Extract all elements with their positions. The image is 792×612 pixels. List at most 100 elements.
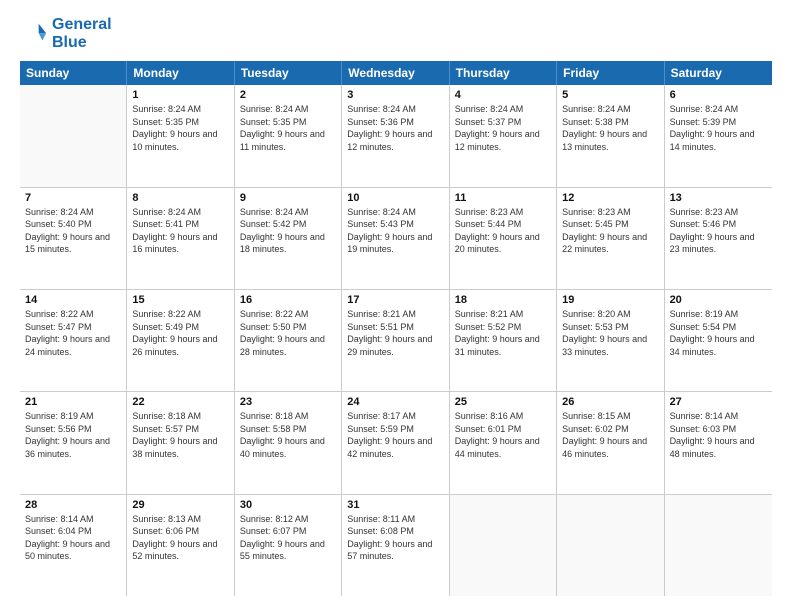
- calendar-cell: 1 Sunrise: 8:24 AMSunset: 5:35 PMDaylight…: [127, 85, 234, 186]
- cell-info: Sunrise: 8:24 AMSunset: 5:35 PMDaylight:…: [240, 103, 336, 153]
- calendar-body: 1 Sunrise: 8:24 AMSunset: 5:35 PMDaylight…: [20, 85, 772, 596]
- calendar-cell: 24 Sunrise: 8:17 AMSunset: 5:59 PMDayligh…: [342, 392, 449, 493]
- calendar-header: SundayMondayTuesdayWednesdayThursdayFrid…: [20, 61, 772, 85]
- calendar-cell: 25 Sunrise: 8:16 AMSunset: 6:01 PMDayligh…: [450, 392, 557, 493]
- cell-info: Sunrise: 8:14 AMSunset: 6:04 PMDaylight:…: [25, 513, 121, 563]
- day-number: 30: [240, 499, 336, 511]
- calendar-cell: 29 Sunrise: 8:13 AMSunset: 6:06 PMDayligh…: [127, 495, 234, 596]
- calendar-cell: 3Sunrise: 8:24 AMSunset: 5:36 PMDaylight…: [342, 85, 449, 186]
- calendar-cell: 28 Sunrise: 8:14 AMSunset: 6:04 PMDayligh…: [20, 495, 127, 596]
- cell-info: Sunrise: 8:20 AMSunset: 5:53 PMDaylight:…: [562, 308, 658, 358]
- day-number: 29: [132, 499, 228, 511]
- page: General Blue SundayMondayTuesdayWednesda…: [0, 0, 792, 612]
- calendar-cell: 9 Sunrise: 8:24 AMSunset: 5:42 PMDaylight…: [235, 188, 342, 289]
- header-day-monday: Monday: [127, 61, 234, 85]
- day-number: 13: [670, 192, 767, 204]
- day-number: 11: [455, 192, 551, 204]
- day-number: 14: [25, 294, 121, 306]
- cell-info: Sunrise: 8:24 AMSunset: 5:38 PMDaylight:…: [562, 103, 658, 153]
- day-number: 8: [132, 192, 228, 204]
- calendar-cell: 5Sunrise: 8:24 AMSunset: 5:38 PMDaylight…: [557, 85, 664, 186]
- calendar-week-3: 14Sunrise: 8:22 AMSunset: 5:47 PMDayligh…: [20, 290, 772, 392]
- day-number: 7: [25, 192, 121, 204]
- cell-info: Sunrise: 8:15 AMSunset: 6:02 PMDaylight:…: [562, 410, 658, 460]
- day-number: 24: [347, 396, 443, 408]
- logo-icon: [20, 20, 48, 48]
- calendar: SundayMondayTuesdayWednesdayThursdayFrid…: [20, 61, 772, 596]
- day-number: 23: [240, 396, 336, 408]
- calendar-cell: 30 Sunrise: 8:12 AMSunset: 6:07 PMDayligh…: [235, 495, 342, 596]
- day-number: 28: [25, 499, 121, 511]
- header-day-sunday: Sunday: [20, 61, 127, 85]
- day-number: 17: [347, 294, 443, 306]
- cell-info: Sunrise: 8:24 AMSunset: 5:40 PMDaylight:…: [25, 206, 121, 256]
- cell-info: Sunrise: 8:18 AMSunset: 5:58 PMDaylight:…: [240, 410, 336, 460]
- day-number: 26: [562, 396, 658, 408]
- day-number: 2: [240, 89, 336, 101]
- calendar-week-1: 1 Sunrise: 8:24 AMSunset: 5:35 PMDaylight…: [20, 85, 772, 187]
- day-number: 20: [670, 294, 767, 306]
- calendar-cell: 8 Sunrise: 8:24 AMSunset: 5:41 PMDaylight…: [127, 188, 234, 289]
- day-number: 16: [240, 294, 336, 306]
- cell-info: Sunrise: 8:23 AMSunset: 5:46 PMDaylight:…: [670, 206, 767, 256]
- cell-info: Sunrise: 8:19 AMSunset: 5:56 PMDaylight:…: [25, 410, 121, 460]
- day-number: 10: [347, 192, 443, 204]
- cell-info: Sunrise: 8:24 AMSunset: 5:37 PMDaylight:…: [455, 103, 551, 153]
- day-number: 27: [670, 396, 767, 408]
- calendar-cell: [557, 495, 664, 596]
- cell-info: Sunrise: 8:14 AMSunset: 6:03 PMDaylight:…: [670, 410, 767, 460]
- header-day-tuesday: Tuesday: [235, 61, 342, 85]
- calendar-cell: 16 Sunrise: 8:22 AMSunset: 5:50 PMDayligh…: [235, 290, 342, 391]
- calendar-cell: 27 Sunrise: 8:14 AMSunset: 6:03 PMDayligh…: [665, 392, 772, 493]
- cell-info: Sunrise: 8:11 AMSunset: 6:08 PMDaylight:…: [347, 513, 443, 563]
- cell-info: Sunrise: 8:23 AMSunset: 5:45 PMDaylight:…: [562, 206, 658, 256]
- header: General Blue: [20, 16, 772, 51]
- cell-info: Sunrise: 8:19 AMSunset: 5:54 PMDaylight:…: [670, 308, 767, 358]
- cell-info: Sunrise: 8:22 AMSunset: 5:50 PMDaylight:…: [240, 308, 336, 358]
- calendar-cell: 4 Sunrise: 8:24 AMSunset: 5:37 PMDaylight…: [450, 85, 557, 186]
- calendar-cell: [665, 495, 772, 596]
- cell-info: Sunrise: 8:18 AMSunset: 5:57 PMDaylight:…: [132, 410, 228, 460]
- day-number: 22: [132, 396, 228, 408]
- logo: General Blue: [20, 16, 112, 51]
- calendar-cell: 20 Sunrise: 8:19 AMSunset: 5:54 PMDayligh…: [665, 290, 772, 391]
- calendar-cell: 10 Sunrise: 8:24 AMSunset: 5:43 PMDayligh…: [342, 188, 449, 289]
- cell-info: Sunrise: 8:24 AMSunset: 5:39 PMDaylight:…: [670, 103, 767, 153]
- calendar-week-4: 21Sunrise: 8:19 AMSunset: 5:56 PMDayligh…: [20, 392, 772, 494]
- calendar-cell: 7 Sunrise: 8:24 AMSunset: 5:40 PMDaylight…: [20, 188, 127, 289]
- day-number: 19: [562, 294, 658, 306]
- day-number: 25: [455, 396, 551, 408]
- logo-text: General Blue: [52, 16, 112, 51]
- cell-info: Sunrise: 8:24 AMSunset: 5:42 PMDaylight:…: [240, 206, 336, 256]
- day-number: 4: [455, 89, 551, 101]
- cell-info: Sunrise: 8:24 AMSunset: 5:43 PMDaylight:…: [347, 206, 443, 256]
- calendar-cell: 2 Sunrise: 8:24 AMSunset: 5:35 PMDaylight…: [235, 85, 342, 186]
- calendar-week-5: 28 Sunrise: 8:14 AMSunset: 6:04 PMDayligh…: [20, 495, 772, 596]
- calendar-cell: 18Sunrise: 8:21 AMSunset: 5:52 PMDayligh…: [450, 290, 557, 391]
- day-number: 6: [670, 89, 767, 101]
- day-number: 31: [347, 499, 443, 511]
- calendar-cell: 21Sunrise: 8:19 AMSunset: 5:56 PMDayligh…: [20, 392, 127, 493]
- cell-info: Sunrise: 8:21 AMSunset: 5:52 PMDaylight:…: [455, 308, 551, 358]
- cell-info: Sunrise: 8:13 AMSunset: 6:06 PMDaylight:…: [132, 513, 228, 563]
- cell-info: Sunrise: 8:24 AMSunset: 5:36 PMDaylight:…: [347, 103, 443, 153]
- day-number: 15: [132, 294, 228, 306]
- calendar-cell: 13 Sunrise: 8:23 AMSunset: 5:46 PMDayligh…: [665, 188, 772, 289]
- cell-info: Sunrise: 8:16 AMSunset: 6:01 PMDaylight:…: [455, 410, 551, 460]
- cell-info: Sunrise: 8:12 AMSunset: 6:07 PMDaylight:…: [240, 513, 336, 563]
- header-day-saturday: Saturday: [665, 61, 772, 85]
- cell-info: Sunrise: 8:21 AMSunset: 5:51 PMDaylight:…: [347, 308, 443, 358]
- calendar-cell: 14Sunrise: 8:22 AMSunset: 5:47 PMDayligh…: [20, 290, 127, 391]
- day-number: 1: [132, 89, 228, 101]
- cell-info: Sunrise: 8:24 AMSunset: 5:35 PMDaylight:…: [132, 103, 228, 153]
- header-day-thursday: Thursday: [450, 61, 557, 85]
- cell-info: Sunrise: 8:17 AMSunset: 5:59 PMDaylight:…: [347, 410, 443, 460]
- calendar-cell: 19 Sunrise: 8:20 AMSunset: 5:53 PMDayligh…: [557, 290, 664, 391]
- calendar-cell: 6 Sunrise: 8:24 AMSunset: 5:39 PMDaylight…: [665, 85, 772, 186]
- calendar-cell: 11Sunrise: 8:23 AMSunset: 5:44 PMDayligh…: [450, 188, 557, 289]
- day-number: 9: [240, 192, 336, 204]
- calendar-week-2: 7 Sunrise: 8:24 AMSunset: 5:40 PMDaylight…: [20, 188, 772, 290]
- calendar-cell: 15Sunrise: 8:22 AMSunset: 5:49 PMDayligh…: [127, 290, 234, 391]
- header-day-friday: Friday: [557, 61, 664, 85]
- cell-info: Sunrise: 8:24 AMSunset: 5:41 PMDaylight:…: [132, 206, 228, 256]
